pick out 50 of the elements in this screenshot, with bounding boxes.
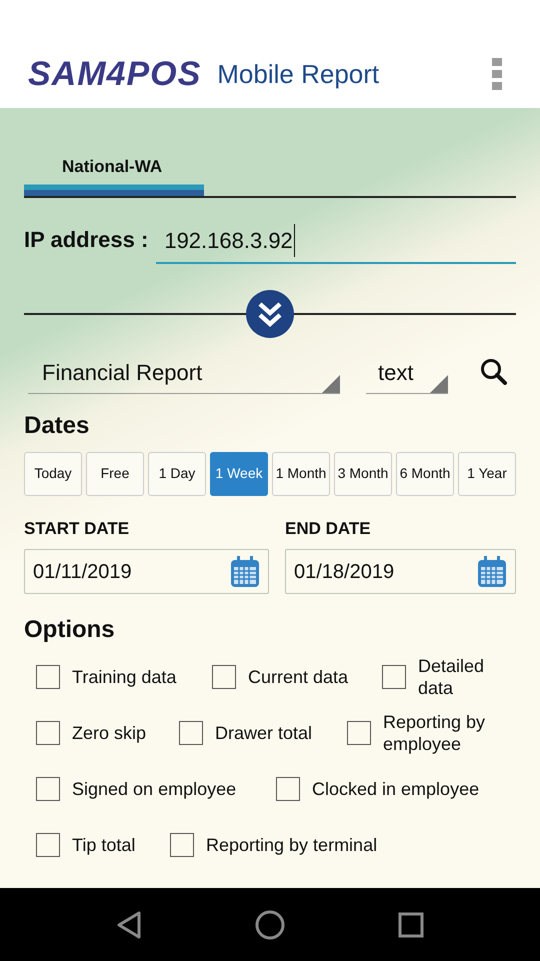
option-label: Detailed data	[418, 655, 486, 699]
checkbox[interactable]	[347, 721, 371, 745]
end-date-field[interactable]: 01/18/2019	[285, 549, 516, 594]
start-date-label: START DATE	[24, 518, 130, 540]
calendar-icon[interactable]	[230, 556, 260, 588]
recents-icon[interactable]	[398, 912, 424, 938]
expand-icon[interactable]	[246, 290, 294, 338]
ip-field[interactable]: 192.168.3.92	[156, 220, 516, 264]
checkbox[interactable]	[36, 665, 60, 689]
range-button[interactable]: 1 Year	[458, 452, 516, 496]
checkbox[interactable]	[36, 721, 60, 745]
option-label: Current data	[248, 666, 348, 688]
more-icon[interactable]	[492, 58, 502, 90]
dropdown-arrow-icon	[322, 374, 340, 392]
option-label: Drawer total	[215, 722, 312, 744]
format-dropdown[interactable]: text	[366, 358, 448, 394]
ip-label: IP address :	[24, 226, 148, 254]
checkbox[interactable]	[212, 665, 236, 689]
range-button[interactable]: Today	[24, 452, 82, 496]
checkbox[interactable]	[179, 721, 203, 745]
range-button[interactable]: 6 Month	[396, 452, 454, 496]
range-button[interactable]: 1 Month	[272, 452, 330, 496]
option-label: Reporting by terminal	[206, 834, 378, 856]
range-button[interactable]: 3 Month	[334, 452, 392, 496]
option-label: Tip total	[72, 834, 136, 856]
checkbox[interactable]	[170, 833, 194, 857]
dates-heading: Dates	[24, 410, 90, 440]
range-button[interactable]: 1 Day	[148, 452, 206, 496]
checkbox[interactable]	[276, 777, 300, 801]
checkbox[interactable]	[36, 777, 60, 801]
report-type-dropdown[interactable]: Financial Report	[28, 358, 340, 394]
option-label: Signed on employee	[72, 778, 236, 800]
option-label: Zero skip	[72, 722, 146, 744]
option-label: Clocked in employee	[312, 778, 480, 800]
checkbox[interactable]	[36, 833, 60, 857]
range-button[interactable]: Free	[86, 452, 144, 496]
option-label: Training data	[72, 666, 176, 688]
checkbox[interactable]	[382, 665, 406, 689]
range-button[interactable]: 1 Week	[210, 452, 268, 496]
start-date-field[interactable]: 01/11/2019	[24, 549, 269, 594]
options-heading: Options	[24, 615, 116, 645]
home-icon[interactable]	[254, 910, 285, 940]
end-date-label: END DATE	[285, 518, 372, 540]
app-title: Mobile Report	[217, 58, 380, 90]
calendar-icon[interactable]	[477, 556, 507, 588]
back-icon[interactable]	[116, 910, 142, 938]
search-icon[interactable]	[480, 358, 508, 386]
option-label: Reporting by employee	[383, 711, 486, 755]
logo: SAM4POS	[28, 57, 202, 91]
dropdown-arrow-icon	[430, 374, 448, 392]
